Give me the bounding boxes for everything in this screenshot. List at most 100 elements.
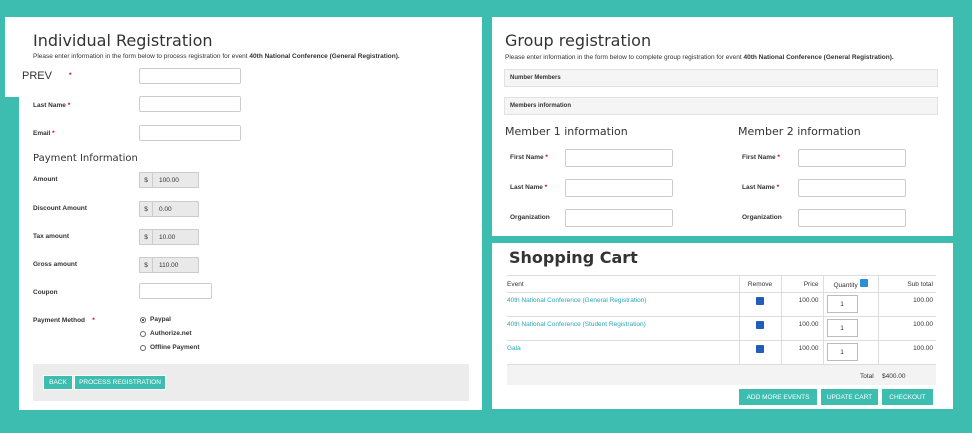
individual-registration-panel: Individual Registration Please enter inf…	[19, 17, 482, 410]
member1-last-name-label: Last Name *	[510, 184, 548, 191]
checkout-button[interactable]: CHECKOUT	[881, 388, 934, 406]
group-intro-text: Please enter information in the form bel…	[505, 54, 744, 61]
quantity-cell: 1	[822, 316, 878, 341]
amount-value: 110.00	[153, 257, 199, 273]
radio-icon[interactable]	[140, 316, 146, 323]
cart-row: Gala 100.00 1 100.00	[507, 340, 936, 365]
cart-event-link[interactable]: 40th National Conference (Student Regist…	[507, 316, 739, 341]
payment-field-value: $10.00	[139, 229, 199, 245]
remove-cell	[738, 292, 781, 317]
email-label: Email *	[33, 130, 55, 137]
cart-subtotal: 100.00	[877, 340, 936, 365]
radio-icon[interactable]	[140, 344, 146, 351]
intro-event: 40th National Conference (General Regist…	[249, 53, 400, 60]
member1-first-name-label: First Name *	[510, 154, 548, 161]
payment-method-label: Payment Method *	[33, 317, 95, 324]
cart-event-link[interactable]: 40th National Conference (General Regist…	[507, 292, 739, 317]
payment-method-label: Authorize.net	[150, 330, 192, 337]
last-name-input[interactable]	[139, 96, 241, 112]
form-footer: BACK PROCESS REGISTRATION	[33, 364, 469, 401]
process-registration-button[interactable]: PROCESS REGISTRATION	[74, 375, 166, 390]
cart-row: 40th National Conference (Student Regist…	[507, 316, 936, 341]
amount-value: 10.00	[153, 229, 199, 245]
payment-field-value: $110.00	[139, 257, 199, 273]
refresh-icon[interactable]	[859, 279, 868, 287]
cart-table: Event Remove Price Quantity Sub total 40…	[507, 275, 936, 385]
first-name-input[interactable]	[139, 68, 241, 84]
total-label: Total	[860, 373, 874, 380]
individual-title: Individual Registration	[33, 31, 213, 50]
cart-price: 100.00	[780, 316, 823, 341]
first-name-required-mark: *	[69, 72, 72, 79]
payment-field-value: $100.00	[139, 172, 199, 188]
payment-method-label: Offline Payment	[150, 344, 200, 351]
shopping-cart-panel: Shopping Cart Event Remove Price Quantit…	[492, 243, 953, 409]
payment-heading: Payment Information	[33, 153, 138, 164]
update-cart-button[interactable]: UPDATE CART	[820, 388, 879, 406]
member1-organization-input[interactable]	[565, 209, 673, 227]
payment-field-label: Amount	[33, 176, 58, 183]
payment-field-label: Discount Amount	[33, 205, 87, 212]
amount-value: 0.00	[153, 201, 199, 217]
trash-icon[interactable]	[756, 321, 764, 329]
payment-method-option[interactable]: Paypal	[140, 316, 171, 323]
group-intro-event: 40th National Conference (General Regist…	[743, 54, 894, 61]
payment-method-label: Paypal	[150, 316, 171, 323]
amount-value: 100.00	[153, 172, 199, 188]
cart-subtotal: 100.00	[877, 292, 936, 317]
email-input[interactable]	[139, 125, 241, 141]
col-remove: Remove	[738, 275, 781, 293]
cart-title: Shopping Cart	[509, 248, 638, 267]
cart-row: 40th National Conference (General Regist…	[507, 292, 936, 317]
coupon-input[interactable]	[139, 283, 212, 299]
prev-button[interactable]: PREV	[22, 70, 52, 82]
group-registration-panel: Group registration Please enter informat…	[492, 17, 953, 236]
col-event: Event	[507, 275, 739, 293]
trash-icon[interactable]	[756, 345, 764, 353]
group-title: Group registration	[505, 31, 652, 50]
member2-organization-input[interactable]	[798, 209, 906, 227]
payment-method-option[interactable]: Offline Payment	[140, 344, 199, 351]
back-button[interactable]: BACK	[43, 375, 73, 390]
last-name-label: Last Name *	[33, 102, 71, 109]
currency-symbol: $	[139, 172, 153, 188]
total-value: $400.00	[882, 373, 906, 380]
member1-organization-label: Organization	[510, 214, 550, 221]
member2-last-name-input[interactable]	[798, 179, 906, 197]
payment-field-label: Tax amount	[33, 233, 69, 240]
col-quantity: Quantity	[822, 275, 878, 293]
cart-subtotal: 100.00	[877, 316, 936, 341]
members-information-bar[interactable]: Members information	[504, 97, 938, 115]
member2-first-name-label: First Name *	[742, 154, 780, 161]
number-members-bar[interactable]: Number Members	[504, 69, 938, 87]
quantity-cell: 1	[822, 340, 878, 365]
cart-header-row: Event Remove Price Quantity Sub total	[507, 275, 936, 293]
coupon-label: Coupon	[33, 289, 58, 296]
quantity-input[interactable]: 1	[826, 295, 858, 313]
cart-event-link[interactable]: Gala	[507, 340, 739, 365]
remove-cell	[738, 316, 781, 341]
add-more-events-button[interactable]: ADD MORE EVENTS	[738, 388, 818, 406]
currency-symbol: $	[139, 201, 153, 217]
trash-icon[interactable]	[756, 297, 764, 305]
currency-symbol: $	[139, 229, 153, 245]
intro-text: Please enter information in the form bel…	[33, 53, 250, 60]
cart-price: 100.00	[780, 340, 823, 365]
member2-first-name-input[interactable]	[798, 149, 906, 167]
quantity-input[interactable]: 1	[826, 319, 858, 337]
payment-method-option[interactable]: Authorize.net	[140, 330, 192, 337]
remove-cell	[738, 340, 781, 365]
prev-tab	[5, 17, 19, 97]
quantity-input[interactable]: 1	[826, 343, 858, 361]
cart-price: 100.00	[780, 292, 823, 317]
radio-icon[interactable]	[140, 330, 146, 337]
payment-field-label: Gross amount	[33, 261, 78, 268]
member2-heading: Member 2 information	[738, 125, 861, 138]
member2-last-name-label: Last Name *	[742, 184, 780, 191]
member1-last-name-input[interactable]	[565, 179, 673, 197]
member2-organization-label: Organization	[742, 214, 782, 221]
group-intro: Please enter information in the form bel…	[505, 54, 894, 61]
payment-field-value: $0.00	[139, 201, 199, 217]
quantity-cell: 1	[822, 292, 878, 317]
member1-first-name-input[interactable]	[565, 149, 673, 167]
